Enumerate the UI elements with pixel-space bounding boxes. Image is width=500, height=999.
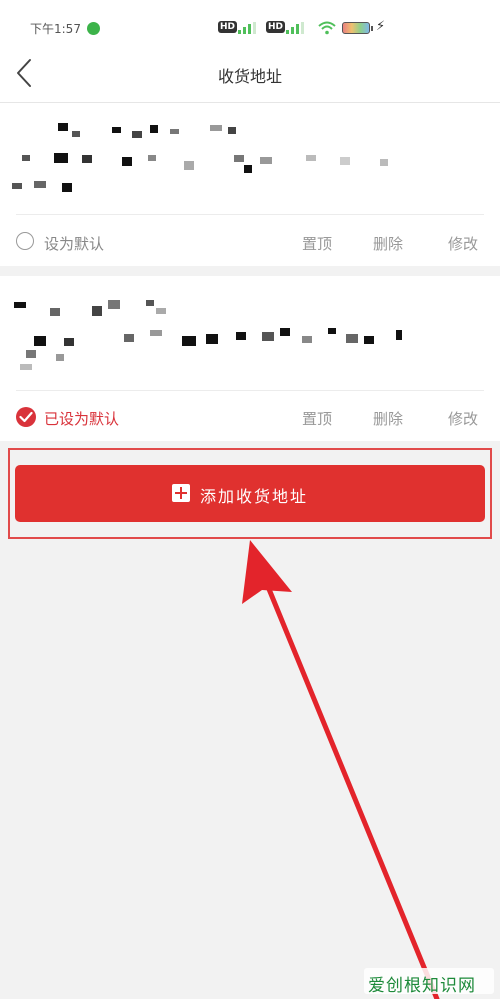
pin-top-button[interactable]: 置顶	[302, 408, 332, 429]
delete-button[interactable]: 删除	[373, 233, 403, 254]
pin-top-button[interactable]: 置顶	[302, 233, 332, 254]
hd-badge-1: HD	[218, 21, 238, 33]
battery-tip	[371, 26, 373, 31]
radio-checked-icon[interactable]	[16, 407, 36, 427]
status-bar: 下午1:57 HD HD ⚡	[0, 0, 500, 44]
default-row: 设为默认 置顶 删除 修改	[0, 223, 500, 261]
status-time: 下午1:57	[30, 22, 81, 36]
page-title: 收货地址	[217, 67, 282, 86]
watermark: 爱创根知识网	[364, 968, 494, 996]
default-row: 已设为默认 置顶 删除 修改	[0, 398, 500, 436]
watermark-text: 爱创根知识网	[368, 976, 476, 996]
add-address-label: 添加收货地址	[200, 487, 309, 506]
hd-badge-2: HD	[266, 21, 286, 33]
signal-icon	[286, 22, 306, 34]
add-address-button[interactable]: 添加收货地址	[15, 465, 485, 522]
radio-unchecked-icon[interactable]	[16, 232, 34, 250]
wechat-icon	[87, 22, 100, 35]
status-indicators: HD HD ⚡	[218, 19, 393, 37]
address-card[interactable]: 已设为默认 置顶 删除 修改	[0, 276, 500, 441]
battery-icon	[342, 22, 370, 34]
card-divider	[16, 214, 484, 215]
charging-icon: ⚡	[376, 19, 386, 34]
edit-button[interactable]: 修改	[448, 233, 478, 254]
nav-bar: 收货地址	[0, 44, 500, 103]
address-redacted	[10, 294, 490, 374]
address-redacted	[10, 117, 490, 197]
wifi-icon	[318, 21, 336, 35]
set-default-label[interactable]: 设为默认	[44, 233, 104, 254]
arrow-shaft	[259, 569, 440, 999]
signal-icon	[238, 22, 258, 34]
arrow-head	[242, 540, 292, 604]
address-card[interactable]: 设为默认 置顶 删除 修改	[0, 103, 500, 266]
plus-icon	[172, 484, 190, 502]
card-divider	[16, 390, 484, 391]
delete-button[interactable]: 删除	[373, 408, 403, 429]
edit-button[interactable]: 修改	[448, 408, 478, 429]
default-set-label: 已设为默认	[44, 410, 120, 428]
